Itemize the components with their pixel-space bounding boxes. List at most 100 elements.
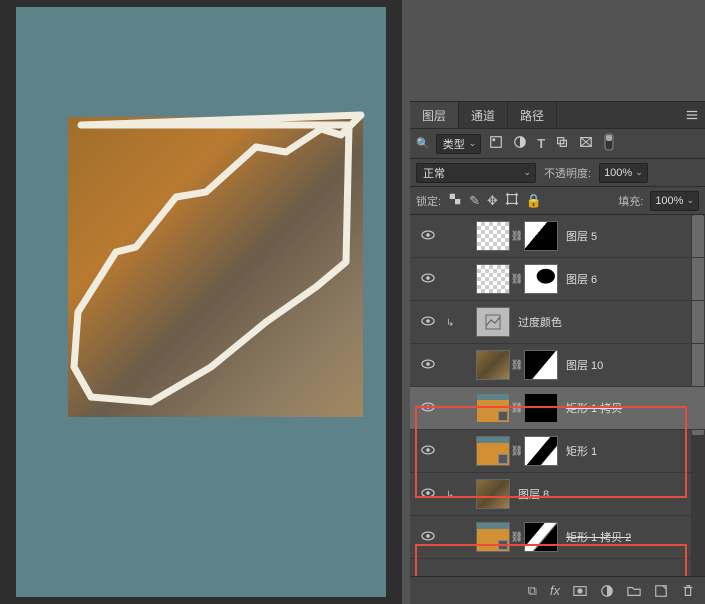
shape-indicator-icon xyxy=(498,411,508,421)
lock-artboard-icon[interactable] xyxy=(505,192,519,209)
layer-name[interactable]: 图层 6 xyxy=(566,271,597,287)
tab-paths[interactable]: 路径 xyxy=(508,102,557,128)
layer-row[interactable]: ↳ 图层 8 xyxy=(410,473,705,516)
filter-toggle-switch[interactable] xyxy=(603,133,615,154)
mask-link-icon[interactable]: ⛓ xyxy=(510,360,524,371)
layer-mask-thumbnail[interactable] xyxy=(524,393,558,423)
filter-adjust-icon[interactable] xyxy=(513,135,527,152)
layer-list: ⛓ 图层 5 ⛓ 图层 6 ↳ 过度颜色 ⛓ 图层 10 ⛓ 矩形 1 拷贝 ⛓ 矩形 1 ↳ 图层 8 ⛓… xyxy=(410,215,705,576)
visibility-toggle[interactable] xyxy=(410,357,446,374)
fill-value: 100% xyxy=(655,195,683,207)
layer-name[interactable]: 矩形 1 拷贝 2 xyxy=(566,529,631,545)
layer-name[interactable]: 过度颜色 xyxy=(518,314,562,330)
visibility-toggle[interactable] xyxy=(410,228,446,245)
visibility-toggle[interactable] xyxy=(410,443,446,460)
visibility-toggle[interactable] xyxy=(410,271,446,288)
mask-link-icon[interactable]: ⛓ xyxy=(510,403,524,414)
layer-thumbnail[interactable] xyxy=(476,350,510,380)
search-icon: 🔍 xyxy=(416,137,430,150)
filter-type-label: 类型 xyxy=(443,136,465,152)
layer-mask-thumbnail[interactable] xyxy=(524,221,558,251)
layer-row[interactable]: ⛓ 图层 6 xyxy=(410,258,705,301)
blend-mode-dropdown[interactable]: 正常 ⌄ xyxy=(416,163,536,183)
opacity-value: 100% xyxy=(604,167,632,179)
lock-move-icon[interactable]: ✥ xyxy=(487,193,498,209)
layers-bottom-bar: ⧉ fx xyxy=(410,576,705,604)
chevron-down-icon: ⌄ xyxy=(686,195,694,206)
layer-name[interactable]: 图层 8 xyxy=(518,486,549,502)
layer-row[interactable]: ↳ 过度颜色 xyxy=(410,301,705,344)
clip-indicator-icon: ↳ xyxy=(446,490,454,501)
panel-resize-handle[interactable] xyxy=(402,0,410,604)
layer-thumbnail[interactable] xyxy=(476,307,510,337)
mask-link-icon[interactable]: ⛓ xyxy=(510,446,524,457)
layer-indent: ↳ xyxy=(446,485,476,503)
mask-link-icon[interactable]: ⛓ xyxy=(510,231,524,242)
filter-pixel-icon[interactable] xyxy=(489,135,503,152)
document-canvas[interactable] xyxy=(16,7,386,597)
layer-row[interactable]: ⛓ 矩形 1 xyxy=(410,430,705,473)
blend-mode-value: 正常 xyxy=(423,165,445,181)
lock-brush-icon[interactable]: ✎ xyxy=(469,193,480,209)
tab-channels[interactable]: 通道 xyxy=(459,102,508,128)
canvas-artwork-photo xyxy=(68,117,363,417)
tab-layers[interactable]: 图层 xyxy=(410,102,459,128)
chevron-down-icon: ⌄ xyxy=(635,167,643,178)
layer-style-icon[interactable]: fx xyxy=(550,583,560,598)
layer-mask-thumbnail[interactable] xyxy=(524,264,558,294)
layer-filter-bar: 🔍 类型 ⌄ T xyxy=(410,129,705,159)
filter-shape-icon[interactable] xyxy=(555,135,569,152)
shape-indicator-icon xyxy=(498,540,508,550)
layer-row[interactable]: ⛓ 矩形 1 拷贝 xyxy=(410,387,705,430)
layer-mask-thumbnail[interactable] xyxy=(524,436,558,466)
layer-thumbnail[interactable] xyxy=(476,264,510,294)
fill-field[interactable]: 100%⌄ xyxy=(650,191,699,211)
chevron-down-icon: ⌄ xyxy=(523,167,531,178)
layer-row[interactable]: ⛓ 图层 10 xyxy=(410,344,705,387)
layer-thumbnail[interactable] xyxy=(476,221,510,251)
lock-transparency-icon[interactable] xyxy=(448,192,462,209)
layer-row[interactable]: ⛓ 矩形 1 拷贝 2 xyxy=(410,516,705,559)
visibility-toggle[interactable] xyxy=(410,529,446,546)
layer-thumbnail[interactable] xyxy=(476,522,510,552)
visibility-toggle[interactable] xyxy=(410,486,446,503)
layer-mask-thumbnail[interactable] xyxy=(524,522,558,552)
chevron-down-icon: ⌄ xyxy=(469,138,477,149)
visibility-toggle[interactable] xyxy=(410,314,446,331)
fill-label: 填充: xyxy=(618,193,643,209)
group-icon[interactable] xyxy=(627,584,641,598)
mask-link-icon[interactable]: ⛓ xyxy=(510,532,524,543)
lock-bar: 锁定: ✎ ✥ 🔒 填充: 100%⌄ xyxy=(410,187,705,215)
filter-type-icon[interactable]: T xyxy=(537,136,545,151)
panel-menu-icon[interactable] xyxy=(685,108,699,125)
layer-thumbnail[interactable] xyxy=(476,436,510,466)
layer-indent: ↳ xyxy=(446,313,476,331)
filter-type-dropdown[interactable]: 类型 ⌄ xyxy=(436,134,482,154)
lock-label: 锁定: xyxy=(416,193,441,209)
document-viewport xyxy=(0,0,402,604)
trash-icon[interactable] xyxy=(681,584,695,598)
layer-name[interactable]: 图层 10 xyxy=(566,357,603,373)
layer-thumbnail[interactable] xyxy=(476,479,510,509)
visibility-toggle[interactable] xyxy=(410,400,446,417)
link-layers-icon[interactable]: ⧉ xyxy=(528,583,537,599)
layer-name[interactable]: 图层 5 xyxy=(566,228,597,244)
filter-smart-icon[interactable] xyxy=(579,135,593,152)
layer-row[interactable]: ⛓ 图层 5 xyxy=(410,215,705,258)
layer-name[interactable]: 矩形 1 xyxy=(566,443,597,459)
mask-link-icon[interactable]: ⛓ xyxy=(510,274,524,285)
layer-mask-icon[interactable] xyxy=(573,584,587,598)
clip-indicator-icon: ↳ xyxy=(446,318,454,329)
shape-indicator-icon xyxy=(498,454,508,464)
panel-tabs: 图层 通道 路径 xyxy=(410,102,705,129)
layer-name[interactable]: 矩形 1 拷贝 xyxy=(566,400,622,416)
panels-column: 图层 通道 路径 🔍 类型 ⌄ T 正常 xyxy=(410,0,705,604)
layer-thumbnail[interactable] xyxy=(476,393,510,423)
lock-all-icon[interactable]: 🔒 xyxy=(526,193,542,209)
panel-dock-empty xyxy=(410,0,705,101)
adjustment-layer-icon[interactable] xyxy=(600,584,614,598)
layer-mask-thumbnail[interactable] xyxy=(524,350,558,380)
blend-opacity-bar: 正常 ⌄ 不透明度: 100%⌄ xyxy=(410,159,705,187)
new-layer-icon[interactable] xyxy=(654,584,668,598)
opacity-field[interactable]: 100%⌄ xyxy=(599,163,648,183)
